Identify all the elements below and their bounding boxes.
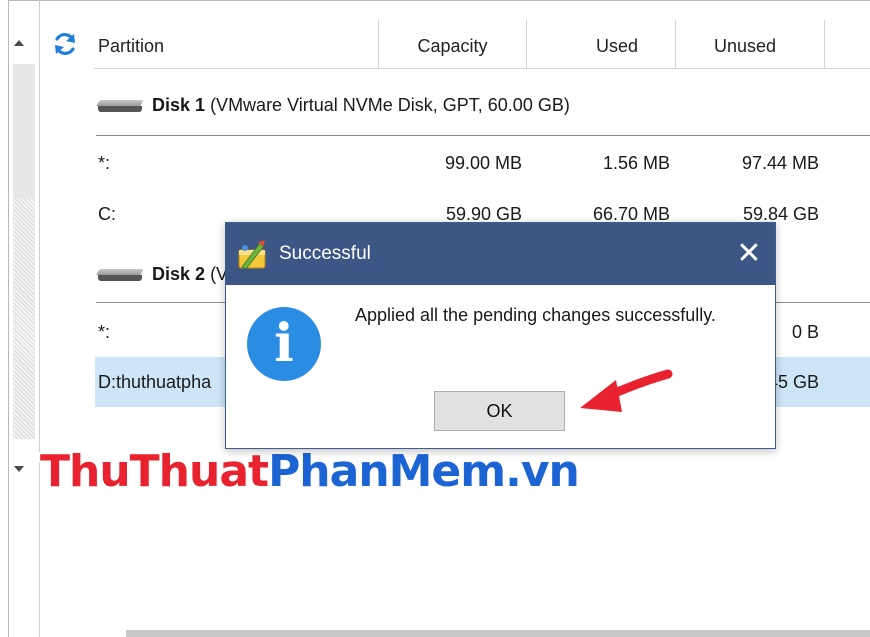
partition-name[interactable]: *: bbox=[98, 317, 110, 347]
disk-2-row[interactable]: Disk 2 (V bbox=[96, 258, 228, 290]
watermark-red-text: ThuThuat bbox=[40, 446, 269, 497]
partition-capacity: 99.00 MB bbox=[444, 153, 522, 173]
info-icon: i bbox=[247, 307, 321, 381]
disk-icon bbox=[96, 269, 144, 282]
pane-divider bbox=[39, 0, 40, 637]
header-divider bbox=[94, 68, 870, 69]
vertical-scrollbar-track[interactable] bbox=[13, 199, 35, 439]
annotation-arrow-icon bbox=[580, 369, 673, 412]
disk-1-row[interactable]: Disk 1 (VMware Virtual NVMe Disk, GPT, 6… bbox=[96, 89, 570, 121]
disk-detail: (VMware Virtual NVMe Disk, GPT, 60.00 GB… bbox=[210, 95, 570, 115]
scroll-up-arrow-icon[interactable] bbox=[14, 40, 24, 46]
column-header-used[interactable]: Used bbox=[527, 24, 675, 68]
disk-name: Disk 2 bbox=[152, 264, 206, 284]
partition-used: 1.56 MB bbox=[602, 153, 670, 173]
horizontal-scrollbar[interactable] bbox=[126, 630, 870, 637]
refresh-icon[interactable] bbox=[52, 31, 78, 57]
partition-name[interactable]: C: bbox=[98, 199, 116, 229]
watermark-blue-text: PhanMem.vn bbox=[268, 446, 580, 497]
app-icon bbox=[238, 240, 266, 269]
partition-name[interactable]: *: bbox=[98, 148, 110, 178]
header-separator bbox=[824, 20, 825, 68]
ok-button[interactable]: OK bbox=[434, 391, 565, 431]
partition-unused: 97.44 MB bbox=[741, 153, 819, 173]
disk-divider bbox=[96, 135, 870, 136]
vertical-scrollbar-thumb[interactable] bbox=[13, 64, 35, 199]
disk-icon bbox=[96, 100, 144, 113]
dialog-title: Successful bbox=[279, 243, 371, 264]
partition-name[interactable]: D:thuthuatpha bbox=[98, 367, 211, 397]
close-button[interactable]: ✕ bbox=[730, 235, 768, 273]
column-header-partition[interactable]: Partition bbox=[98, 24, 164, 68]
dialog-message: Applied all the pending changes successf… bbox=[355, 305, 716, 325]
success-dialog: Successful ✕ i Applied all the pending c… bbox=[225, 222, 776, 449]
column-header-unused[interactable]: Unused bbox=[676, 24, 824, 68]
disk-name: Disk 1 bbox=[152, 95, 206, 115]
column-header-capacity[interactable]: Capacity bbox=[379, 24, 526, 68]
scroll-down-arrow-icon[interactable] bbox=[14, 466, 24, 472]
watermark-logo: ThuThuatPhanMem.vn bbox=[40, 446, 580, 497]
